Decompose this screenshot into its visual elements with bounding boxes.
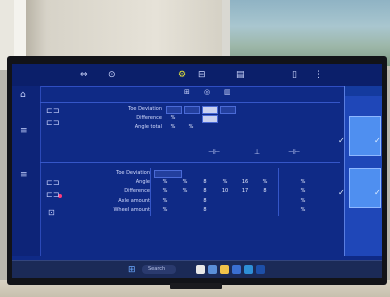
rear-diff-c1: % [162,188,168,194]
rear-column-divider-2 [278,168,279,216]
printer-icon[interactable]: ▤ [236,69,245,81]
taskbar-app-icon[interactable] [256,265,265,274]
front-divider [40,102,340,103]
home-icon[interactable]: ⌂ [20,90,26,100]
rear-axle-car-icon: ⊏⊐ [46,190,60,199]
measurement-content: ⊞ ◎ ▥ ⊏⊐ ⊏⊐ Toe Deviation Difference % A… [40,86,344,256]
wheel-alignment-icon[interactable]: ⇔ [80,69,88,81]
rear-column-divider [150,168,151,216]
row-label-front-difference: Difference [136,115,162,121]
taskbar-app-icon[interactable] [208,265,217,274]
taskbar-app-icon[interactable] [196,265,205,274]
rear-axle-icon[interactable]: ≡ [20,170,28,180]
row-label-rear-difference: Difference [124,188,150,194]
front-axle-icon[interactable]: ≡ [20,126,28,136]
rear-divider [40,162,340,163]
axle-icon: ⊥ [254,148,261,156]
left-wheel-icon: ⊞ [184,88,190,96]
front-angle-cell-2: % [188,124,194,130]
front-axle-car-icon: ⊏⊐ [46,118,60,127]
axle-amount-c8: % [300,198,306,204]
start-menu-icon[interactable]: ⊞ [128,265,136,275]
axle-amount-c3: 8 [203,198,207,204]
front-diff-cell-3 [202,115,218,123]
front-toe-cell-4[interactable] [220,106,236,114]
vehicle-icon[interactable]: ⊟ [198,69,206,81]
rear-angle-c8: % [300,179,306,185]
front-toe-cell-2[interactable] [184,106,200,114]
front-toe-cell-1[interactable] [166,106,182,114]
check-icon: ✓ [338,188,345,197]
row-label-front-angle-total: Angle total [134,124,162,130]
rear-wheel-icon: ⊏⊐ [46,178,60,187]
front-wheel-icon: ⊏⊐ [46,106,60,115]
rear-diff-c2: % [182,188,188,194]
right-panel-header [345,86,382,96]
rear-diff-c5: 17 [241,188,249,194]
document-icon[interactable]: ▯ [292,69,297,81]
wheel-amount-c1: % [162,207,168,213]
rear-diff-c8: % [300,188,306,194]
wheel-amount-c3: 8 [203,207,207,213]
rear-angle-c5: 16 [241,179,249,185]
taskbar-app-icon[interactable] [244,265,253,274]
monitor-stand [170,283,222,289]
taskbar-search-input[interactable]: Search [142,265,176,274]
front-diff-cell-1: % [170,115,176,121]
left-navigation: ⌂ ≡ ≡ [12,86,41,256]
wheel-amount-c8: % [300,207,306,213]
check-icon: ✓ [338,136,345,145]
rear-angle-c4: % [222,179,228,185]
windows-taskbar: ⊞ Search [12,260,382,278]
rear-angle-c3: 8 [203,179,207,185]
axle-amount-c1: % [162,198,168,204]
rear-diff-c6: 8 [263,188,267,194]
rear-toe-input[interactable] [154,170,182,178]
lock-icon: ⊡ [48,208,55,217]
front-angle-cell-1: % [170,124,176,130]
target-icon: ◎ [204,88,211,96]
top-toolbar: ⇔ ⊙ ⚙ ⊟ ▤ ▯ ⋮ [12,64,382,87]
settings-gear-icon[interactable]: ⚙ [178,69,186,81]
rear-angle-c2: % [182,179,188,185]
left-wheel-icon: ⊣⊢ [208,148,221,156]
row-label-rear-angle: Angle [135,179,150,185]
row-label-axle-amount: Axle amount [118,198,150,204]
rear-diff-c4: 10 [221,188,229,194]
clipboard-icon: ▥ [224,88,231,96]
steering-icon[interactable]: ⊙ [108,69,116,81]
right-wheel-icon: ⊣⊢ [288,148,301,156]
row-label-wheel-amount: Wheel amount [113,207,150,213]
menu-icon[interactable]: ⋮ [314,69,323,81]
monitor-screen: ⇔ ⊙ ⚙ ⊟ ▤ ▯ ⋮ ⌂ ≡ ≡ ⊞ ◎ ▥ ⊏⊐ ⊏⊐ Toe Devi… [12,64,382,278]
taskbar-app-icon[interactable] [232,265,241,274]
row-label-rear-toe: Toe Deviation [116,170,150,176]
front-toe-cell-3[interactable] [202,106,218,114]
row-label-front-toe: Toe Deviation [128,106,162,112]
rear-angle-c6: % [262,179,268,185]
right-status-panel [344,86,382,256]
check-icon: ✓ [374,188,381,197]
rear-diff-c3: 8 [203,188,207,194]
taskbar-app-icon[interactable] [220,265,229,274]
rear-angle-c1: % [162,179,168,185]
check-icon: ✓ [374,136,381,145]
